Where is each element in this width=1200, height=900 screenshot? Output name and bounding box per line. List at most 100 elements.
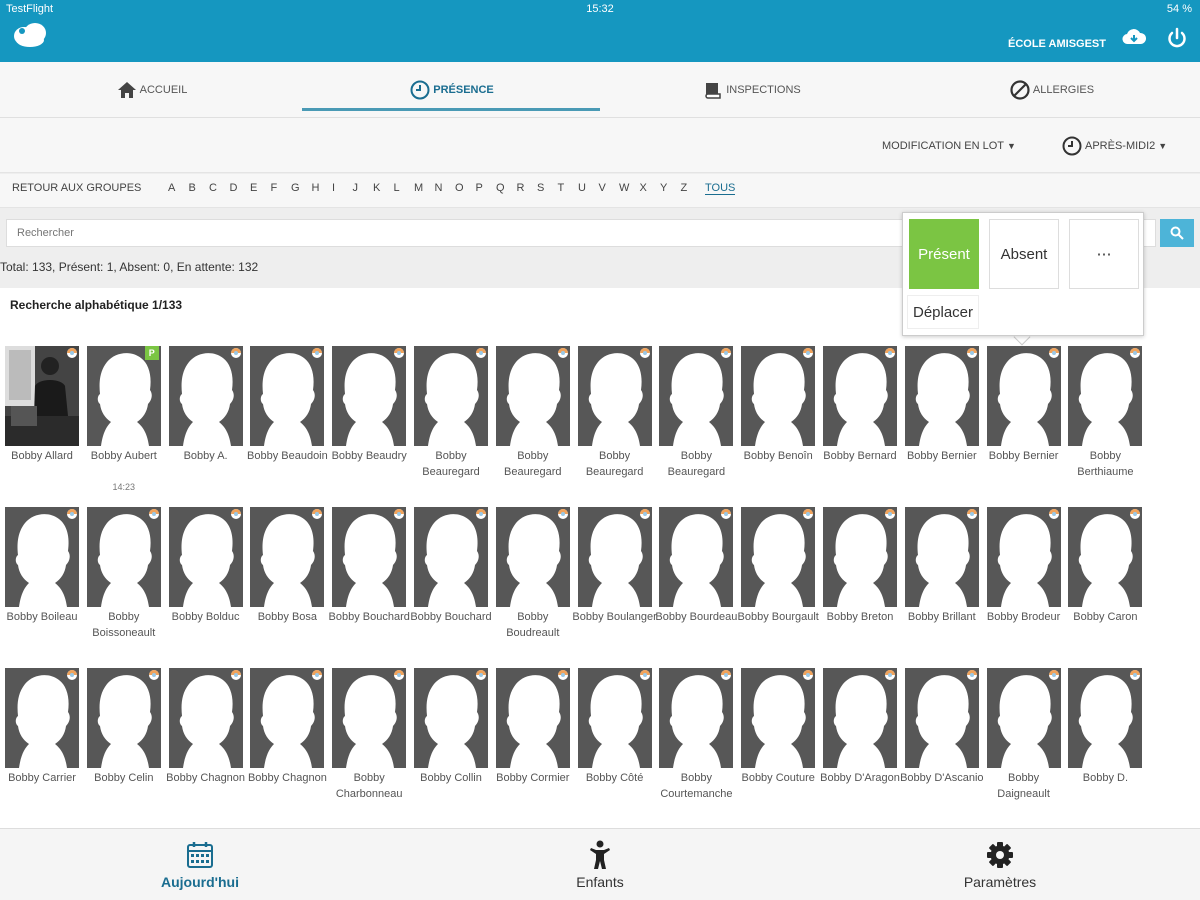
child-card[interactable]: Bobby D'Aragon [820, 668, 900, 828]
alphabet-letter[interactable]: Y [660, 182, 681, 194]
child-silhouette-image [670, 353, 725, 446]
child-photo [659, 668, 734, 768]
child-silhouette-image [833, 675, 888, 768]
child-card[interactable]: Bobby Beauregard [414, 346, 488, 506]
child-card[interactable]: Bobby Boissoneault [86, 507, 161, 667]
tab-inspections[interactable]: INSPECTIONS [602, 62, 902, 118]
absent-button[interactable]: Absent [989, 219, 1059, 289]
child-card[interactable]: Bobby Courtemanche [659, 668, 734, 828]
bottom-tab-settings[interactable]: Paramètres [800, 829, 1200, 900]
alphabet-all-link[interactable]: TOUS [705, 182, 736, 195]
child-card[interactable]: Bobby Carrier [5, 668, 79, 828]
alphabet-letter[interactable]: W [619, 182, 640, 194]
status-badge-icon [885, 348, 895, 358]
child-photo [332, 507, 407, 607]
child-card[interactable]: Bobby Boileau [5, 507, 79, 667]
bottom-tab-today[interactable]: Aujourd'hui [0, 829, 400, 900]
child-card[interactable]: Bobby Beaudoin [247, 346, 328, 506]
child-name: Bobby D'Aragon [820, 772, 900, 784]
child-card[interactable]: Bobby Boudreault [495, 507, 570, 667]
child-card[interactable]: Bobby Bernard [823, 346, 897, 506]
power-icon[interactable] [1166, 27, 1188, 54]
alphabet-letter[interactable]: P [476, 182, 497, 194]
tab-allergies[interactable]: ALLERGIES [902, 62, 1200, 118]
alphabet-letter[interactable]: D [230, 182, 251, 194]
alphabet-letter[interactable]: J [353, 182, 374, 194]
child-card[interactable]: Bobby Celin [86, 668, 161, 828]
child-card[interactable]: Bobby A. [168, 346, 243, 506]
alphabet-letter[interactable]: H [312, 182, 333, 194]
child-card[interactable]: Bobby Brodeur [986, 507, 1061, 667]
alphabet-letter[interactable]: T [558, 182, 579, 194]
child-card[interactable]: Bobby Chagnon [248, 668, 327, 828]
alphabet-letter[interactable]: F [271, 182, 292, 194]
child-card[interactable]: Bobby Couture [741, 668, 816, 828]
status-badge-icon [476, 348, 486, 358]
child-card[interactable]: Bobby D'Ascanio [900, 668, 984, 828]
child-card[interactable]: Bobby Côté [577, 668, 652, 828]
alphabet-letter[interactable]: N [435, 182, 456, 194]
alphabet-letter[interactable]: R [517, 182, 538, 194]
alphabet-letter[interactable]: X [640, 182, 661, 194]
child-card[interactable]: Bobby Beauregard [659, 346, 734, 506]
child-card[interactable]: P Bobby Aubert 14:23 [86, 346, 161, 506]
alphabet-letter[interactable]: B [189, 182, 210, 194]
alphabet-letter[interactable]: A [168, 182, 189, 194]
alphabet-letter[interactable]: U [578, 182, 599, 194]
period-label: APRÈS-MIDI2 [1085, 139, 1156, 152]
child-card[interactable]: Bobby Collin [414, 668, 488, 828]
move-button[interactable]: Déplacer [907, 295, 979, 329]
cloud-download-icon[interactable] [1122, 27, 1147, 52]
alphabet-letter[interactable]: Q [496, 182, 517, 194]
bottom-tab-children[interactable]: Enfants [400, 829, 800, 900]
alphabet-letter[interactable]: L [394, 182, 415, 194]
alphabet-letter[interactable]: C [209, 182, 230, 194]
child-card[interactable]: Bobby Bourgault [738, 507, 819, 667]
child-card[interactable]: Bobby Beaudry [332, 346, 407, 506]
child-card[interactable]: Bobby Bolduc [168, 507, 243, 667]
alphabet-letter[interactable]: Z [681, 182, 702, 194]
child-card[interactable]: Bobby Bosa [250, 507, 325, 667]
alphabet-letter[interactable]: E [250, 182, 271, 194]
child-card[interactable]: Bobby Bernier [904, 346, 979, 506]
tab-accueil[interactable]: ACCUEIL [2, 62, 302, 118]
child-card[interactable]: Bobby Bouchard [329, 507, 410, 667]
child-card[interactable]: Bobby Charbonneau [332, 668, 407, 828]
alphabet-letter[interactable]: G [291, 182, 312, 194]
alphabet-letter[interactable]: K [373, 182, 394, 194]
period-dropdown[interactable]: APRÈS-MIDI2 ▼ [1062, 118, 1167, 173]
back-to-groups-link[interactable]: RETOUR AUX GROUPES [12, 182, 141, 194]
child-card[interactable]: Bobby Brillant [904, 507, 979, 667]
child-card[interactable]: Bobby Caron [1068, 507, 1143, 667]
attendance-popover: Présent Absent ⋯ Déplacer [902, 212, 1144, 336]
alphabet-letter[interactable]: M [414, 182, 435, 194]
alphabet-letter[interactable]: S [537, 182, 558, 194]
present-button[interactable]: Présent [909, 219, 979, 289]
child-card[interactable]: Bobby Beauregard [495, 346, 570, 506]
child-card[interactable]: Bobby Bouchard [410, 507, 492, 667]
child-photo [250, 346, 325, 446]
more-options-button[interactable]: ⋯ [1069, 219, 1139, 289]
child-card[interactable]: Bobby D. [1068, 668, 1143, 828]
status-badge-icon [148, 509, 159, 519]
child-photo [168, 507, 243, 607]
search-button[interactable] [1160, 219, 1194, 247]
child-card[interactable]: Bobby Bernier [986, 346, 1061, 506]
child-card[interactable]: Bobby Cormier [495, 668, 570, 828]
child-card[interactable]: Bobby Beauregard [577, 346, 652, 506]
batch-edit-dropdown[interactable]: MODIFICATION EN LOT ▼ [882, 118, 1016, 173]
child-card[interactable]: Bobby Allard [5, 346, 79, 506]
child-card[interactable]: Bobby Bourdeau [655, 507, 737, 667]
child-card[interactable]: Bobby Daigneault [986, 668, 1061, 828]
child-silhouette-image [506, 514, 561, 607]
child-card[interactable]: Bobby Chagnon [166, 668, 245, 828]
child-card[interactable]: Bobby Berthiaume [1068, 346, 1143, 506]
child-card[interactable]: Bobby Boulanger [572, 507, 657, 667]
alphabet-letter[interactable]: I [332, 182, 353, 194]
child-card[interactable]: Bobby Benoîn [741, 346, 816, 506]
alphabet-letter[interactable]: V [599, 182, 620, 194]
child-photo [414, 507, 488, 607]
alphabet-letter[interactable]: O [455, 182, 476, 194]
child-card[interactable]: Bobby Breton [823, 507, 897, 667]
child-silhouette-image [15, 675, 70, 768]
